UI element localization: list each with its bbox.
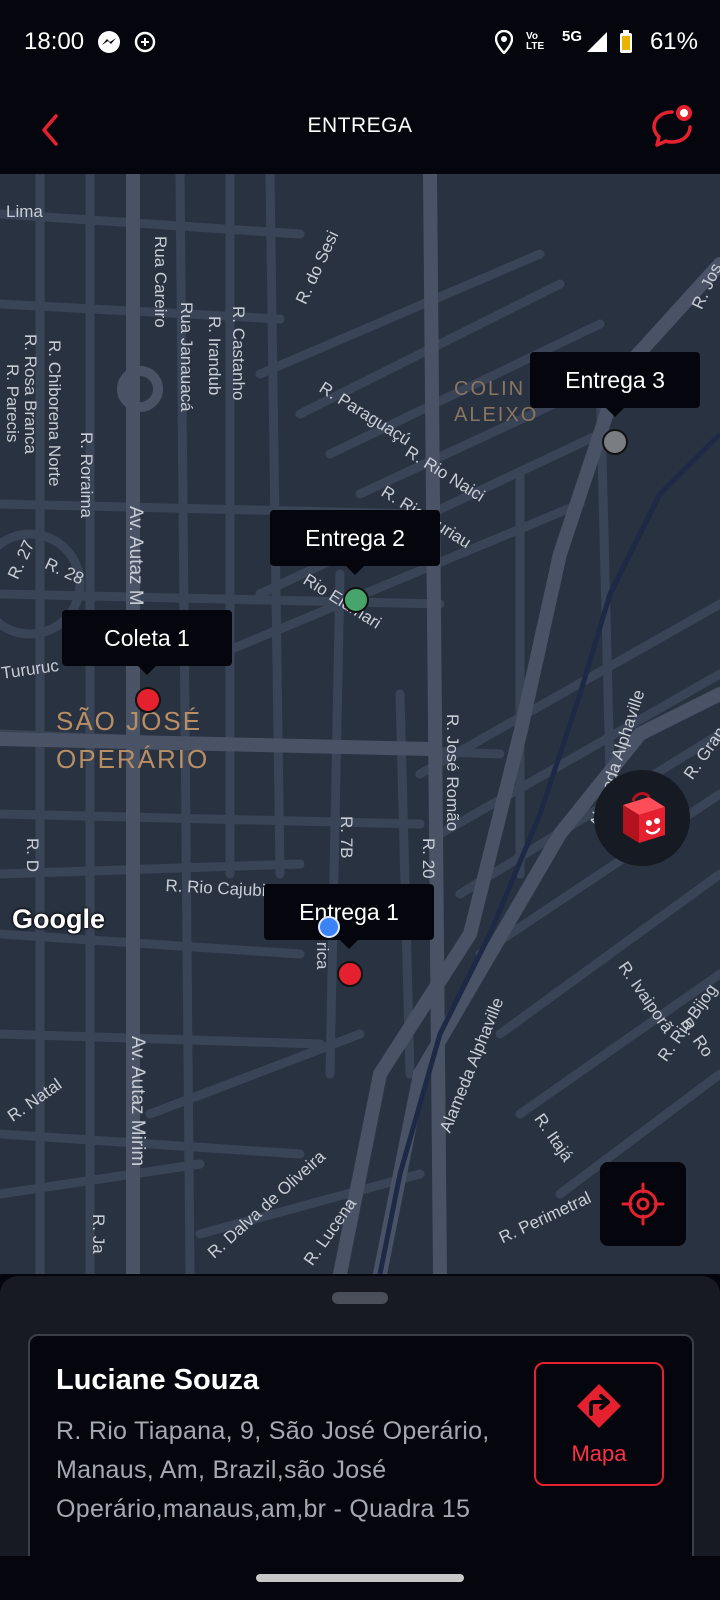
marker-entrega-1[interactable] xyxy=(337,961,363,987)
signal-icon xyxy=(584,30,610,54)
battery-icon xyxy=(618,30,634,54)
open-map-label: Mapa xyxy=(571,1441,627,1466)
marker-label-entrega-1[interactable]: Entrega 1 xyxy=(264,884,434,949)
chat-notification-icon xyxy=(652,105,692,147)
street-label: R. Roraima xyxy=(77,432,96,518)
open-map-button[interactable]: Mapa xyxy=(534,1362,664,1486)
network-label: 5G xyxy=(561,27,582,45)
customer-name: Luciane Souza xyxy=(56,1364,260,1396)
marker-label-entrega-3[interactable]: Entrega 3 xyxy=(530,352,700,417)
location-icon xyxy=(494,30,514,54)
home-gesture-handle[interactable] xyxy=(256,1574,464,1582)
bottom-sheet: Luciane Souza R. Rio Tiapana, 9, São Jos… xyxy=(0,1276,720,1600)
street-label: R. Chiborena Norte xyxy=(45,340,64,487)
street-label: R. Parecis xyxy=(3,364,22,443)
street-label: R. Ja xyxy=(89,1214,108,1254)
volte-label: Vo LTE xyxy=(526,31,545,52)
district-label: SÃO JOSÉ OPERÁRIO xyxy=(56,706,210,774)
delivery-card: Luciane Souza R. Rio Tiapana, 9, São Jos… xyxy=(28,1334,694,1578)
locate-me-button[interactable] xyxy=(600,1162,686,1246)
street-label: R. Castanho xyxy=(229,306,248,401)
street-label: R. D xyxy=(23,838,42,872)
current-location-icon xyxy=(318,916,340,938)
sync-icon xyxy=(132,30,158,54)
street-label: Rua Janauacá xyxy=(177,302,196,412)
marker-label-entrega-2[interactable]: Entrega 2 xyxy=(270,510,440,575)
google-attribution: Google xyxy=(12,904,105,934)
marker-coleta-1[interactable] xyxy=(135,687,161,713)
delivery-bag-icon xyxy=(623,792,665,843)
directions-icon xyxy=(577,1384,621,1428)
street-label: Rua Careiro xyxy=(151,236,170,328)
street-label: R. Irandub xyxy=(205,316,224,396)
street-label: R. 7B xyxy=(337,816,356,859)
page-title: ENTREGA xyxy=(307,114,413,137)
chat-button[interactable] xyxy=(648,102,696,150)
street-label: R. Rosa Branca xyxy=(21,334,40,454)
marker-label-coleta-1[interactable]: Coleta 1 xyxy=(62,610,232,675)
status-bar: 18:00 Vo LTE 5G 61% xyxy=(0,0,720,86)
marker-entrega-3[interactable] xyxy=(602,429,628,455)
delivery-bag-button[interactable] xyxy=(594,770,690,866)
system-nav-bar xyxy=(0,1556,720,1600)
street-label: R. 20 xyxy=(419,838,438,879)
district-label: COLIN ALEIXO xyxy=(454,378,539,426)
customer-address: R. Rio Tiapana, 9, São José Operário, Ma… xyxy=(56,1417,490,1523)
street-label: Av. Autaz Mirim xyxy=(127,1036,148,1167)
messenger-icon xyxy=(96,30,122,54)
street-label: rica xyxy=(313,942,332,970)
battery-percent: 61% xyxy=(649,28,698,55)
street-label: R. José Romão xyxy=(443,714,462,832)
marker-entrega-2[interactable] xyxy=(343,587,369,613)
app-bar: ENTREGA xyxy=(0,86,720,174)
crosshair-icon xyxy=(621,1182,665,1226)
sheet-drag-handle[interactable] xyxy=(332,1292,388,1304)
map-view[interactable]: Lima R. do Sesi Rua Careiro Rua Janauacá… xyxy=(0,174,720,1274)
street-label: Av. Autaz M xyxy=(125,506,146,606)
street-label: Lima xyxy=(6,202,43,221)
status-time: 18:00 xyxy=(24,28,85,55)
